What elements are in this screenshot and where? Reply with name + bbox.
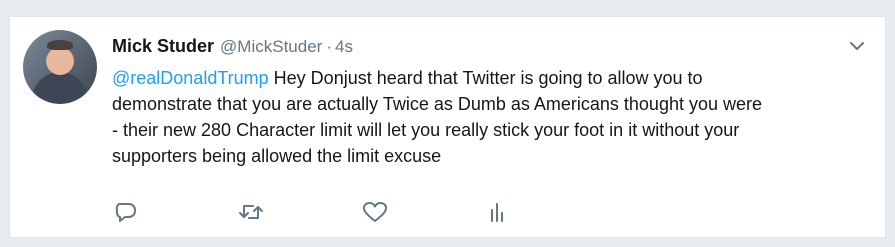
avatar-hair bbox=[47, 40, 73, 50]
tweet-header: Mick Studer @MickStuder · 4s bbox=[112, 34, 353, 59]
tweet-line-1: @realDonaldTrump Hey Donjust heard that … bbox=[112, 65, 872, 91]
user-handle[interactable]: @MickStuder bbox=[220, 37, 322, 56]
tweet-card[interactable]: Mick Studer @MickStuder · 4s @realDonaldTru… bbox=[9, 16, 886, 238]
retweet-button[interactable] bbox=[238, 201, 264, 223]
tweet-line-4: supporters being allowed the limit excus… bbox=[112, 146, 442, 166]
tweet-text: @realDonaldTrump Hey Donjust heard that … bbox=[112, 65, 872, 169]
retweet-icon bbox=[239, 205, 263, 219]
tweet-text-segment: Hey Donjust heard that Twitter is going … bbox=[268, 68, 703, 88]
like-button[interactable] bbox=[362, 201, 388, 223]
analytics-icon bbox=[491, 203, 503, 222]
reply-button[interactable] bbox=[114, 201, 140, 223]
timestamp[interactable]: 4s bbox=[335, 37, 353, 56]
chevron-down-icon[interactable] bbox=[848, 39, 866, 53]
tweet-line-2: demonstrate that you are actually Twice … bbox=[112, 94, 763, 114]
tweet-line-3: - their new 280 Character limit will let… bbox=[112, 120, 740, 140]
heart-icon bbox=[363, 202, 387, 222]
separator-dot: · bbox=[326, 37, 332, 56]
display-name[interactable]: Mick Studer bbox=[112, 36, 214, 56]
analytics-button[interactable] bbox=[484, 201, 510, 223]
avatar[interactable] bbox=[23, 30, 97, 104]
mention-link[interactable]: @realDonaldTrump bbox=[112, 68, 269, 88]
reply-icon bbox=[115, 203, 136, 222]
